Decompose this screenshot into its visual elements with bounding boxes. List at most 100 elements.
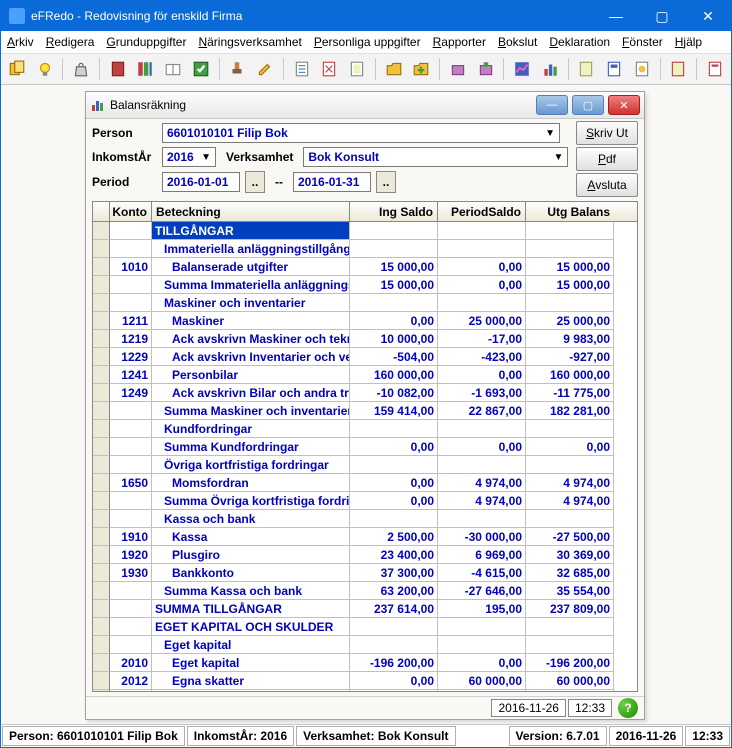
tb-btn-bulb[interactable] (33, 56, 57, 82)
person-combo[interactable]: 6601010101 Filip Bok▼ (162, 123, 560, 143)
tb-btn-fold1[interactable] (382, 56, 406, 82)
table-row[interactable]: Summa Övriga kortfristiga fordrin0,004 9… (93, 492, 637, 510)
row-selector[interactable] (93, 618, 110, 636)
tb-btn-doc1[interactable] (290, 56, 314, 82)
table-row[interactable]: 2013Egna uttag0,0010 000,0010 000,00 (93, 690, 637, 691)
child-maximize-button[interactable]: ▢ (572, 95, 604, 115)
col-ing-saldo[interactable]: Ing Saldo (350, 202, 438, 221)
row-selector[interactable] (93, 636, 110, 654)
tb-btn-bag[interactable] (69, 56, 93, 82)
row-selector[interactable] (93, 420, 110, 438)
maximize-button[interactable]: ▢ (639, 1, 685, 31)
table-row[interactable]: 2010Eget kapital-196 200,000,00-196 200,… (93, 654, 637, 672)
menu-rapporter[interactable]: Rapporter (433, 35, 486, 49)
child-close-button[interactable]: ✕ (608, 95, 640, 115)
table-row[interactable]: Summa Kundfordringar0,000,000,00 (93, 438, 637, 456)
row-selector[interactable] (93, 474, 110, 492)
row-selector[interactable] (93, 438, 110, 456)
menu-redigera[interactable]: Redigera (46, 35, 95, 49)
period-to-input[interactable]: 2016-01-31 (293, 172, 371, 192)
tb-btn-chart2[interactable] (538, 56, 562, 82)
table-row[interactable]: EGET KAPITAL OCH SKULDER (93, 618, 637, 636)
tb-btn-fold2[interactable] (409, 56, 433, 82)
tb-btn-book4[interactable] (189, 56, 213, 82)
avsluta-button[interactable]: Avsluta (576, 173, 638, 197)
pdf-button[interactable]: Pdf (576, 147, 638, 171)
row-selector[interactable] (93, 222, 110, 240)
tb-btn-box1[interactable] (446, 56, 470, 82)
row-selector[interactable] (93, 582, 110, 600)
table-row[interactable]: Summa Immateriella anläggningst15 000,00… (93, 276, 637, 294)
table-row[interactable]: SUMMA TILLGÅNGAR237 614,00195,00237 809,… (93, 600, 637, 618)
tb-btn-book3[interactable] (161, 56, 185, 82)
row-selector[interactable] (93, 456, 110, 474)
table-row[interactable]: 1910Kassa2 500,00-30 000,00-27 500,00 (93, 528, 637, 546)
table-row[interactable]: 1211Maskiner0,0025 000,0025 000,00 (93, 312, 637, 330)
table-row[interactable]: Immateriella anläggningstillgånga (93, 240, 637, 258)
menu-bokslut[interactable]: Bokslut (498, 35, 537, 49)
tb-btn-form4[interactable] (667, 56, 691, 82)
tb-btn-form3[interactable] (630, 56, 654, 82)
row-selector[interactable] (93, 384, 110, 402)
tb-btn-box2[interactable] (474, 56, 498, 82)
col-selector[interactable] (93, 202, 110, 221)
tb-btn-form2[interactable] (602, 56, 626, 82)
col-beteckning[interactable]: Beteckning (152, 202, 350, 221)
menu-grunduppgifter[interactable]: Grunduppgifter (106, 35, 186, 49)
tb-btn-1[interactable] (5, 56, 29, 82)
table-row[interactable]: 1930Bankkonto37 300,00-4 615,0032 685,00 (93, 564, 637, 582)
menu-arkiv[interactable]: Arkiv (7, 35, 34, 49)
menu-personliga[interactable]: Personliga uppgifter (314, 35, 421, 49)
row-selector[interactable] (93, 690, 110, 691)
tb-btn-form5[interactable] (703, 56, 727, 82)
row-selector[interactable] (93, 240, 110, 258)
period-from-pick[interactable]: .. (245, 171, 265, 193)
verksamhet-combo[interactable]: Bok Konsult▼ (303, 147, 568, 167)
tb-btn-doc3[interactable] (345, 56, 369, 82)
tb-btn-form1[interactable] (575, 56, 599, 82)
table-row[interactable]: 1920Plusgiro23 400,006 969,0030 369,00 (93, 546, 637, 564)
table-row[interactable]: Eget kapital (93, 636, 637, 654)
row-selector[interactable] (93, 654, 110, 672)
row-selector[interactable] (93, 276, 110, 294)
tb-btn-book2[interactable] (134, 56, 158, 82)
row-selector[interactable] (93, 348, 110, 366)
tb-btn-tools[interactable] (226, 56, 250, 82)
menu-fonster[interactable]: Fönster (622, 35, 663, 49)
period-from-input[interactable]: 2016-01-01 (162, 172, 240, 192)
row-selector[interactable] (93, 528, 110, 546)
menu-naringsverksamhet[interactable]: Näringsverksamhet (198, 35, 301, 49)
table-row[interactable]: 1010Balanserade utgifter15 000,000,0015 … (93, 258, 637, 276)
table-row[interactable]: Kundfordringar (93, 420, 637, 438)
table-row[interactable]: 1249Ack avskrivn Bilar och andra tra-10 … (93, 384, 637, 402)
tb-btn-chart1[interactable] (510, 56, 534, 82)
table-row[interactable]: Summa Kassa och bank63 200,00-27 646,003… (93, 582, 637, 600)
year-combo[interactable]: 2016▼ (162, 147, 216, 167)
row-selector[interactable] (93, 258, 110, 276)
child-minimize-button[interactable]: — (536, 95, 568, 115)
row-selector[interactable] (93, 330, 110, 348)
row-selector[interactable] (93, 402, 110, 420)
table-row[interactable]: 1219Ack avskrivn Maskiner och tekn10 000… (93, 330, 637, 348)
row-selector[interactable] (93, 600, 110, 618)
tb-btn-pencil[interactable] (253, 56, 277, 82)
table-row[interactable]: Maskiner och inventarier (93, 294, 637, 312)
tb-btn-doc2[interactable] (318, 56, 342, 82)
menu-deklaration[interactable]: Deklaration (549, 35, 610, 49)
col-konto[interactable]: Konto (110, 202, 152, 221)
col-utg-balans[interactable]: Utg Balans (526, 202, 614, 221)
skrivut-button[interactable]: Skriv Ut (576, 121, 638, 145)
table-row[interactable]: 2012Egna skatter0,0060 000,0060 000,00 (93, 672, 637, 690)
minimize-button[interactable]: — (593, 1, 639, 31)
tb-btn-book1[interactable] (106, 56, 130, 82)
row-selector[interactable] (93, 672, 110, 690)
table-row[interactable]: Kassa och bank (93, 510, 637, 528)
table-row[interactable]: TILLGÅNGAR (93, 222, 637, 240)
table-row[interactable]: Övriga kortfristiga fordringar (93, 456, 637, 474)
grid-body[interactable]: TILLGÅNGARImmateriella anläggningstillgå… (93, 222, 637, 691)
help-icon[interactable]: ? (618, 698, 638, 718)
close-button[interactable]: ✕ (685, 1, 731, 31)
table-row[interactable]: 1229Ack avskrivn Inventarier och ve-504,… (93, 348, 637, 366)
row-selector[interactable] (93, 510, 110, 528)
row-selector[interactable] (93, 312, 110, 330)
